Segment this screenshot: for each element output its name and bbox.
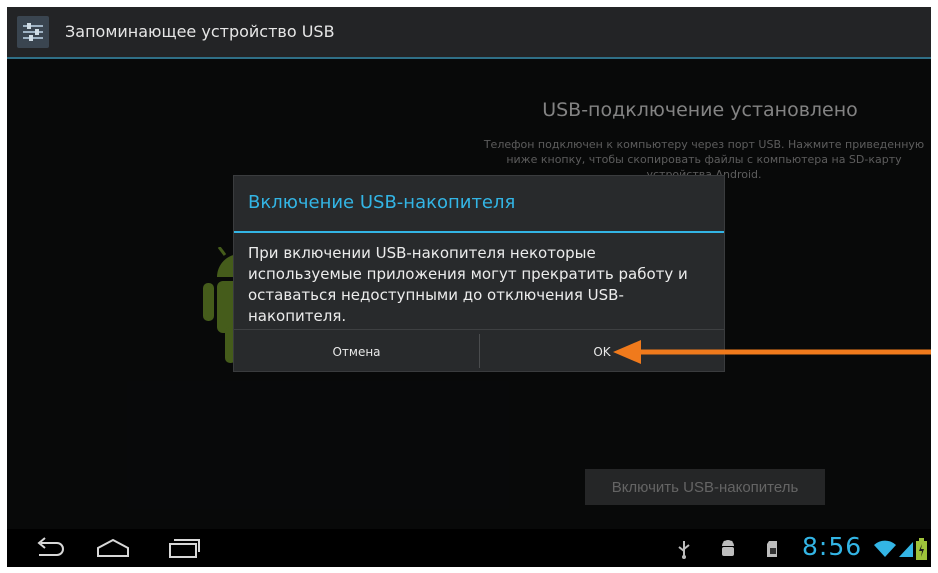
usb-settings-icon[interactable] — [17, 16, 49, 48]
android-debug-icon — [719, 539, 737, 563]
battery-icon — [916, 538, 927, 564]
status-clock: 8:56 — [802, 532, 863, 561]
arrow-annotation-icon — [613, 339, 931, 369]
cancel-button[interactable]: Отмена — [234, 330, 479, 372]
device-screen: Запоминающее устройство USB USB-подключе… — [7, 7, 931, 567]
sd-card-icon — [765, 539, 779, 563]
recent-apps-icon[interactable] — [167, 537, 201, 563]
wifi-icon — [873, 540, 897, 562]
dialog-title-divider — [234, 231, 724, 233]
signal-icon — [898, 540, 914, 562]
dialog-title: Включение USB-накопителя — [248, 192, 516, 213]
back-icon[interactable] — [33, 537, 67, 563]
dialog-message: При включении USB-накопителя некоторые и… — [248, 244, 688, 325]
action-bar: Запоминающее устройство USB — [7, 7, 931, 59]
usb-icon — [677, 539, 691, 563]
app-title: Запоминающее устройство USB — [65, 22, 335, 41]
system-nav-bar: 8:56 — [7, 529, 931, 567]
home-icon[interactable] — [95, 537, 131, 563]
